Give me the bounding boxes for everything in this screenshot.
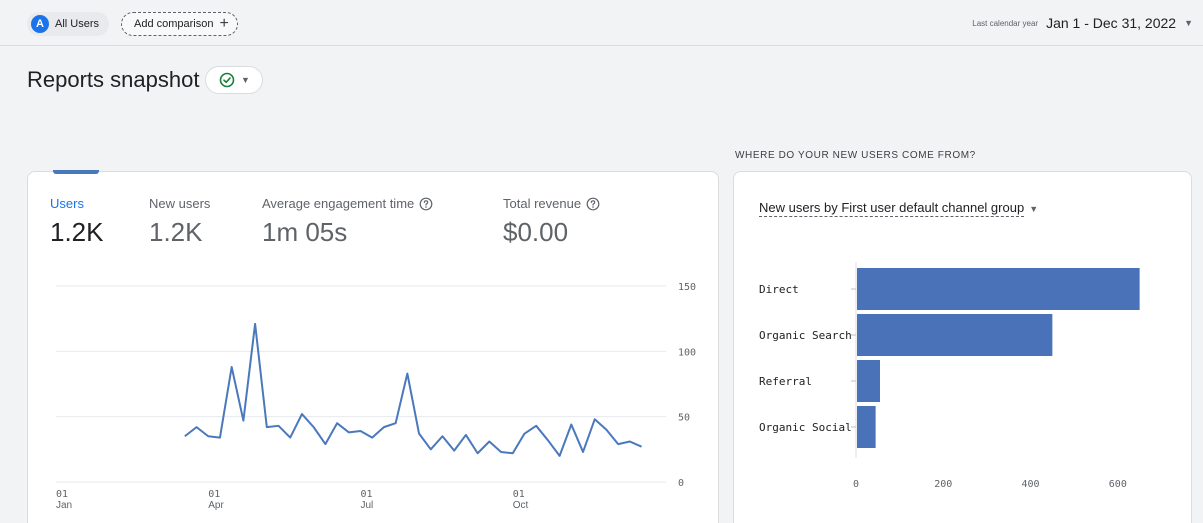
bar — [857, 406, 876, 448]
category-label: Referral — [759, 375, 812, 388]
comparison-bar: A All Users Add comparison + Last calend… — [0, 0, 1203, 46]
segment-label: All Users — [55, 18, 100, 30]
metric-label: New users — [149, 196, 211, 211]
date-range-label: Last calendar year — [972, 18, 1039, 28]
check-circle-icon — [219, 72, 235, 88]
plus-icon: + — [219, 15, 229, 32]
metric-tab-users[interactable]: Users 1.2K — [50, 196, 104, 248]
users-series-line — [184, 322, 642, 457]
metric-value: 1.2K — [149, 217, 203, 247]
x-tick-label: 200 — [934, 479, 952, 490]
dimension-selector[interactable]: New users by First user default channel … — [759, 200, 1038, 217]
date-range-value: Jan 1 - Dec 31, 2022 — [1046, 15, 1177, 31]
bar — [857, 360, 880, 402]
segment-chip-all-users[interactable]: A All Users — [27, 12, 110, 36]
date-range-picker[interactable]: Last calendar year Jan 1 - Dec 31, 2022 … — [972, 15, 1193, 31]
page-title: Reports snapshot — [27, 67, 200, 92]
metric-tab-total-revenue[interactable]: Total revenue $0.00 — [503, 196, 600, 248]
x-tick-label: Apr — [208, 500, 224, 511]
reports-snapshot-page: A All Users Add comparison + Last calend… — [0, 0, 1203, 523]
x-tick-label: 01 — [208, 489, 220, 500]
x-tick-label: 400 — [1022, 479, 1040, 490]
metric-label: Users — [50, 196, 84, 211]
y-tick-label: 50 — [678, 413, 690, 424]
add-comparison-button[interactable]: Add comparison + — [121, 12, 238, 36]
title-row: Reports snapshot ▼ — [27, 66, 264, 94]
metric-tab-average-engagement-time[interactable]: Average engagement time 1m 05s — [262, 196, 433, 248]
x-tick-label: 600 — [1109, 479, 1127, 490]
x-tick-label: 01 — [361, 489, 373, 500]
category-label: Direct — [759, 283, 799, 296]
acquisition-card: New users by First user default channel … — [733, 171, 1192, 523]
metric-value: 1m 05s — [262, 217, 348, 247]
category-label: Organic Search — [759, 329, 852, 342]
x-tick-label: Jan — [56, 500, 72, 511]
metric-label: Total revenue — [503, 196, 600, 211]
bar — [857, 268, 1140, 310]
x-tick-label: 01 — [56, 489, 68, 500]
x-tick-label: Jul — [361, 500, 374, 511]
acquisition-heading: WHERE DO YOUR NEW USERS COME FROM? — [735, 150, 976, 161]
metric-tab-new-users[interactable]: New users 1.2K — [149, 196, 210, 248]
category-label: Organic Social — [759, 421, 852, 434]
overview-card: Users 1.2K New users 1.2K Average engage… — [27, 170, 719, 523]
segment-avatar: A — [31, 15, 49, 33]
caret-down-icon: ▼ — [1184, 18, 1193, 28]
x-tick-label: 01 — [513, 489, 525, 500]
channel-bar-chart: Direct Organic Search Referral Organic Soci… — [759, 262, 1140, 490]
users-line-chart: 05010015001Jan01Apr01Jul01Oct — [56, 282, 696, 511]
y-tick-label: 150 — [678, 282, 696, 293]
help-circle-icon — [586, 197, 600, 210]
dimension-label: New users by First user default channel … — [759, 200, 1025, 217]
y-tick-label: 0 — [678, 478, 684, 489]
help-circle-icon — [419, 197, 433, 210]
x-tick-label: Oct — [513, 500, 529, 511]
add-comparison-label: Add comparison — [134, 18, 214, 30]
caret-down-icon: ▼ — [240, 75, 250, 85]
metric-value: $0.00 — [503, 217, 569, 247]
selected-tab-indicator — [53, 170, 99, 174]
metric-label: Average engagement time — [262, 196, 433, 211]
report-status-dropdown[interactable]: ▼ — [205, 66, 264, 94]
metric-value: 1.2K — [50, 217, 104, 247]
y-tick-label: 100 — [678, 347, 696, 358]
caret-down-icon: ▼ — [1029, 203, 1039, 214]
bar — [857, 314, 1053, 356]
x-tick-label: 0 — [853, 479, 859, 490]
